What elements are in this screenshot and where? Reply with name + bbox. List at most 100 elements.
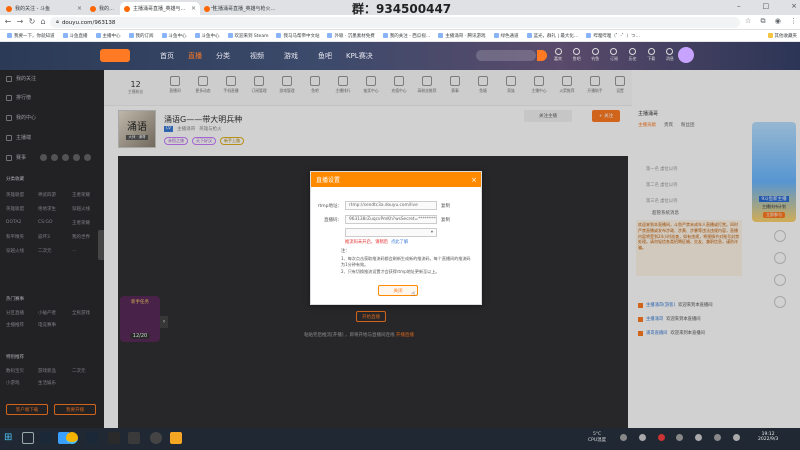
profile-icon[interactable]: ◉ (775, 17, 781, 26)
lock-icon: 🔒︎ (56, 19, 59, 25)
bookmark-icon (438, 33, 444, 38)
learn-more-link[interactable]: 点此了解 (391, 239, 408, 245)
bookmark-icon (493, 33, 499, 38)
close-icon[interactable]: × (77, 5, 82, 12)
steam-icon[interactable] (86, 432, 98, 444)
obs-icon[interactable] (150, 432, 162, 444)
tray-icon[interactable] (657, 434, 665, 441)
bookmark-item[interactable]: 斗鱼直播 (60, 33, 91, 39)
header-icon-fishing[interactable]: 钓鱼 (591, 48, 599, 62)
bookmark-item[interactable]: 斗鱼中心 (192, 33, 223, 39)
star-icon[interactable]: ☆ (745, 17, 751, 26)
dialog-title: 直播设置 (316, 177, 341, 184)
bookmark-item[interactable]: 蓝光，群礼 | 最大化… (524, 33, 582, 39)
bookmark-icon (161, 33, 167, 38)
bookmarks-bar: 我要一下，你就知道 斗鱼直播 主播中心 我的订阅 斗鱼中心 斗鱼中心 欢迎来到 … (0, 30, 800, 42)
maximize-icon[interactable]: □ (763, 2, 770, 10)
douyu-logo[interactable] (100, 49, 130, 62)
bookmark-item[interactable]: 欢迎来到 Steam (225, 33, 272, 39)
bookmark-item[interactable]: 外联 · 沉墨素材免费 (324, 33, 377, 39)
tray-icon[interactable] (620, 434, 627, 441)
bookmark-icon (327, 33, 333, 38)
header-right-icons: 嘉宾 鱼吧 钓鱼 订阅 历史 下载 消息 (554, 48, 674, 62)
douyu-favicon (6, 5, 12, 12)
nav-category[interactable]: 分类 (216, 51, 230, 61)
tab-streamer-room[interactable]: 主播涌哥直播_英雄与枪火直播 - 斗鱼× (120, 2, 200, 15)
nav-live[interactable]: 直播 (188, 51, 202, 61)
tab-my-follow-1[interactable]: 我的关注 - 斗鱼 × (2, 2, 86, 15)
tray-icon[interactable] (695, 434, 703, 441)
bookmark-icon (95, 33, 101, 38)
bookmark-item[interactable]: 我马马帮帝中文站 (273, 33, 322, 39)
tray-icon[interactable] (638, 434, 646, 441)
nav-home[interactable]: 首页 (160, 51, 174, 61)
site-search-input[interactable] (476, 50, 536, 61)
bookmark-icon (227, 33, 233, 38)
minimize-icon[interactable]: – (737, 2, 741, 10)
weather-widget[interactable]: 5°C CPU温度 (588, 432, 606, 443)
chrome-icon[interactable] (66, 432, 78, 444)
network-icon[interactable] (714, 434, 722, 441)
new-tab-plus-icon[interactable]: + (210, 3, 217, 12)
app-icon[interactable] (128, 432, 140, 444)
bookmark-icon (128, 33, 134, 38)
douyu-favicon (124, 5, 130, 12)
header-icon-message[interactable]: 消息 (666, 48, 674, 62)
tab-my-follow-2[interactable]: 我的关注 - 斗鱼 (86, 2, 120, 15)
reload-icon[interactable]: ↻ (27, 17, 37, 27)
bookmark-icon (7, 33, 12, 38)
bookmark-icon (586, 33, 592, 38)
select-row: ▾ (345, 228, 437, 237)
bookmark-item[interactable]: 绿色通道 (491, 33, 522, 39)
bookmark-item[interactable]: 我的订阅 (126, 33, 157, 39)
extensions-icon[interactable]: ⧉ (760, 17, 765, 26)
steam-icon[interactable] (40, 432, 52, 444)
url-field[interactable]: 🔒︎ douyu.com/963138 (50, 17, 740, 28)
header-icon-download[interactable]: 下载 (647, 48, 655, 62)
close-icon[interactable]: × (191, 5, 196, 12)
nav-game[interactable]: 游戏 (284, 51, 298, 61)
douyu-favicon (90, 5, 96, 12)
bookmark-item[interactable]: 我的关注 - 西瓜视… (380, 33, 433, 39)
start-icon[interactable]: ⊞ (4, 432, 16, 444)
note-line: 2、只有切换推流设置才会获得rtmp地址更新至以上。 (341, 269, 440, 274)
stream-key-row: 直播码： 963138rZuqcvPmKh?wsSecret=*********… (324, 215, 450, 224)
bookmark-icon (62, 33, 68, 38)
bookmark-item[interactable]: 主播中心 (93, 33, 124, 39)
bookmark-item[interactable]: 我要一下，你就知道 (4, 33, 58, 39)
line-select[interactable]: ▾ (345, 228, 437, 237)
bookmark-icon (526, 33, 532, 38)
close-icon[interactable]: × (471, 176, 477, 184)
header-icon-fishbar[interactable]: 鱼吧 (573, 48, 581, 62)
tray-icon[interactable] (676, 434, 684, 441)
header-icon-history[interactable]: 历史 (629, 48, 637, 62)
bookmark-other[interactable]: 其他收藏夹 (765, 33, 800, 39)
notes-title: 注： (341, 249, 350, 254)
app-icon[interactable] (108, 432, 120, 444)
menu-icon[interactable]: ⋮ (790, 17, 797, 26)
window-close-icon[interactable]: × (791, 2, 797, 10)
nav-video[interactable]: 视频 (250, 51, 264, 61)
search-icon[interactable] (537, 50, 547, 61)
bookmark-item[interactable]: 斗鱼中心 (159, 33, 190, 39)
rtmp-address-field[interactable]: rtmp://sendtc3a.douyu.com/live (345, 201, 437, 210)
nav-fishbar[interactable]: 鱼吧 (318, 51, 332, 61)
forward-icon[interactable]: → (15, 17, 25, 27)
site-header: 首页 直播 分类 视频 游戏 鱼吧 KPL赛决 嘉宾 鱼吧 钓鱼 订阅 历史 下… (0, 42, 800, 70)
home-icon[interactable]: ⌂ (38, 17, 48, 27)
header-icon-subscribe[interactable]: 订阅 (610, 48, 618, 62)
app-icon[interactable] (170, 432, 182, 444)
bookmark-item[interactable]: 主播涌哥 · 腾讯游戏 (435, 33, 488, 39)
header-icon-guest[interactable]: 嘉宾 (554, 48, 562, 62)
stream-key-field[interactable]: 963138rZuqcvPmKh?wsSecret=********** (345, 215, 437, 224)
avatar[interactable] (678, 47, 694, 63)
copy-rtmp-button[interactable]: 复制 (441, 203, 450, 209)
browser-toolbar-icons: ☆ ⧉ ◉ ⋮ (745, 17, 797, 26)
clock[interactable]: 19:12 2022/9/3 (758, 432, 778, 442)
back-icon[interactable]: ← (3, 17, 13, 27)
bookmark-item[interactable]: 哔哩哔哩（゜-゜）つ… (583, 33, 643, 39)
copy-key-button[interactable]: 复制 (441, 217, 450, 223)
volume-icon[interactable] (732, 434, 740, 441)
search-icon[interactable] (22, 432, 34, 444)
nav-kpl[interactable]: KPL赛决 (346, 51, 373, 61)
